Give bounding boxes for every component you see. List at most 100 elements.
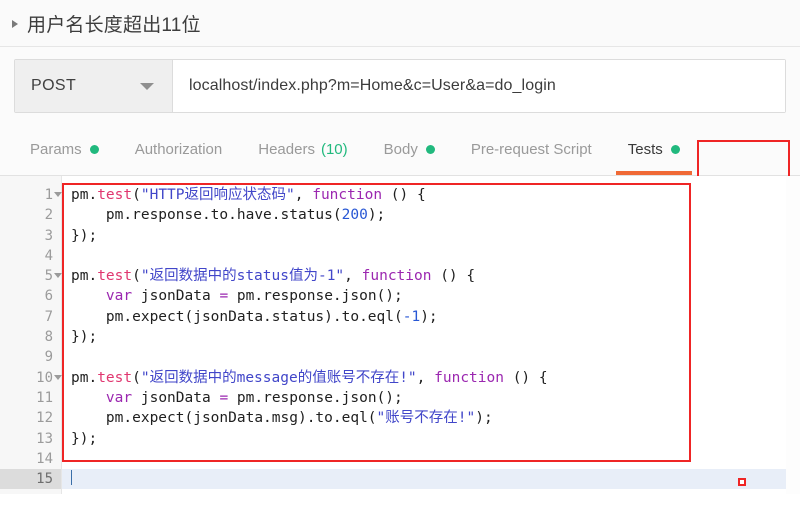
http-method-select[interactable]: POST [15, 60, 173, 112]
code-token-kw: function [312, 187, 383, 203]
code-line[interactable]: }); [62, 429, 800, 449]
code-line[interactable] [62, 469, 800, 490]
postman-request-pane: 用户名长度超出11位 POST localhost/index.php?m=Ho… [0, 0, 800, 516]
tab-tests[interactable]: Tests [610, 124, 698, 175]
code-token-plain: jsonData [132, 389, 220, 406]
code-token-str: "HTTP返回响应状态码" [140, 187, 295, 203]
code-line[interactable]: pm.response.to.have.status(200); [62, 205, 800, 225]
code-token-plain: ); [367, 207, 386, 224]
code-line[interactable]: pm.test("返回数据中的message的值账号不存在!", functio… [62, 368, 800, 388]
code-token-kw: function [361, 268, 432, 285]
code-token-plain: pm.response.json(); [228, 288, 403, 305]
tab-label: Pre-request Script [470, 141, 592, 158]
code-token-plain: ); [420, 308, 438, 325]
line-number: 11 [36, 389, 53, 406]
code-line[interactable]: pm.test("HTTP返回响应状态码", function () { [62, 185, 800, 205]
code-fold-toggle-icon[interactable] [54, 273, 62, 279]
tab-label: Tests [627, 141, 663, 158]
url-bar-section: POST localhost/index.php?m=Home&c=User&a… [0, 47, 800, 124]
code-token-op: = [219, 389, 229, 406]
chevron-down-icon[interactable] [140, 83, 154, 90]
editor-code-area[interactable]: pm.test("HTTP返回响应状态码", function () { pm.… [62, 176, 800, 494]
editor-scrollbar[interactable] [786, 176, 800, 494]
code-token-kw: var [105, 288, 133, 305]
tab-count-badge: (10) [320, 141, 348, 158]
tests-script-editor[interactable]: 1 2 3 4 5 6 7 8 9 10 11 12 13 14 15 pm.test("HTTP返回响应状… [0, 176, 800, 494]
code-token-str: "返回数据中的message的值账号不存在!" [140, 369, 417, 386]
code-token-plain: () { [431, 268, 476, 285]
code-token-plain: jsonData [132, 288, 220, 305]
code-token-plain: pm. [71, 369, 98, 386]
code-token-plain: pm.expect(jsonData.msg).to.eql( [71, 410, 377, 427]
tab-pre-request-script[interactable]: Pre-request Script [453, 124, 610, 175]
tab-label: Authorization [134, 141, 223, 158]
line-number: 5 [0, 266, 62, 286]
code-line[interactable]: var jsonData = pm.response.json(); [62, 286, 800, 306]
code-fold-toggle-icon[interactable] [54, 192, 62, 197]
code-token-op: = [219, 288, 229, 305]
code-token-plain: pm.response.json(); [228, 389, 403, 406]
code-token-plain: ( [132, 268, 141, 285]
code-token-plain: ( [132, 187, 141, 203]
code-token-plain: }); [71, 430, 98, 447]
text-cursor [71, 470, 72, 486]
code-line[interactable]: pm.expect(jsonData.status).to.eql(-1); [62, 307, 800, 327]
url-bar: POST localhost/index.php?m=Home&c=User&a… [14, 59, 786, 113]
line-number: 3 [44, 227, 53, 244]
code-line[interactable] [62, 347, 800, 367]
http-method-label: POST [31, 77, 77, 94]
code-fold-toggle-icon[interactable] [54, 374, 62, 380]
code-token-plain: pm.expect(jsonData.status).to.eql( [71, 308, 403, 325]
line-number: 15 [0, 469, 61, 490]
line-number: 2 [44, 207, 53, 224]
code-line[interactable]: }); [62, 327, 800, 347]
code-line[interactable] [62, 246, 800, 266]
line-number: 10 [0, 368, 62, 388]
code-line[interactable]: pm.test("返回数据中的status值为-1", function () … [62, 266, 800, 286]
code-token-fn: test [97, 187, 133, 203]
red-square-marker [738, 478, 746, 486]
code-token-kw: function [434, 369, 504, 386]
code-token-plain: () { [382, 187, 426, 203]
line-number: 9 [44, 349, 53, 366]
code-line[interactable]: }); [62, 226, 800, 246]
tab-status-dot-icon [425, 145, 435, 154]
tab-headers[interactable]: Headers (10) [240, 124, 365, 175]
code-token-num: 200 [341, 207, 368, 224]
line-number: 12 [36, 410, 53, 427]
code-token-fn: test [97, 268, 133, 285]
tab-label: Params [30, 141, 82, 158]
tab-body[interactable]: Body [366, 124, 453, 175]
code-token-plain: , [416, 369, 435, 386]
line-number: 6 [44, 288, 53, 305]
code-token-plain: () { [503, 369, 548, 386]
code-line[interactable]: var jsonData = pm.response.json(); [62, 388, 800, 408]
active-tab-underline [615, 171, 692, 175]
code-token-plain: }); [71, 329, 98, 346]
code-token-fn: test [97, 369, 133, 386]
tab-authorization[interactable]: Authorization [117, 124, 241, 175]
request-url-input[interactable]: localhost/index.php?m=Home&c=User&a=do_l… [173, 60, 785, 112]
code-token-str: "账号不存在!" [376, 410, 476, 427]
code-token-plain: ( [132, 369, 141, 386]
tab-params[interactable]: Params [12, 124, 117, 175]
request-tabs: Params Authorization Headers (10) Body Pre-re… [0, 124, 800, 176]
triangle-right-icon[interactable] [12, 20, 18, 28]
code-token-plain: , [294, 187, 313, 203]
code-token-num: -1 [402, 308, 421, 325]
code-token-plain: pm. [71, 268, 98, 285]
editor-line-number-gutter: 1 2 3 4 5 6 7 8 9 10 11 12 13 14 15 [0, 176, 62, 494]
code-line[interactable] [62, 449, 800, 469]
tab-label: Headers [258, 141, 315, 158]
line-number: 7 [44, 308, 53, 325]
line-number: 13 [36, 430, 53, 447]
code-line[interactable]: pm.expect(jsonData.msg).to.eql("账号不存在!")… [62, 408, 800, 428]
code-token-plain: ); [475, 410, 493, 427]
code-token-plain: , [344, 268, 362, 285]
code-token-plain: }); [71, 227, 98, 244]
code-token-plain: pm. [71, 187, 98, 203]
code-token-plain: pm.response.to.have.status( [71, 207, 342, 224]
code-token-kw: var [105, 389, 133, 406]
